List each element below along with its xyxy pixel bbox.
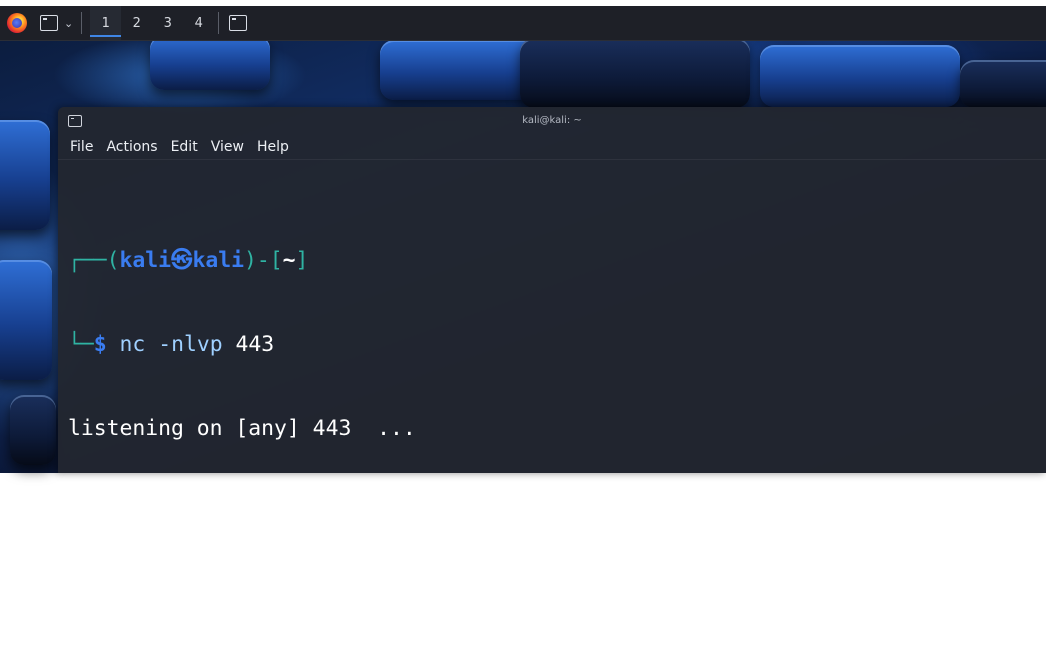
workspace-1[interactable]: 1 — [90, 6, 122, 40]
firefox-launcher[interactable] — [6, 12, 28, 34]
terminal-task-button[interactable] — [227, 12, 249, 34]
terminal-output[interactable]: ┌──(kali㉿kali)-[~] └─$ nc -nlvp 443 list… — [68, 191, 1046, 667]
prompt-frame: )-[ — [243, 248, 283, 273]
terminal-icon — [40, 15, 58, 31]
workspace-4[interactable]: 4 — [183, 6, 214, 40]
terminal-window: kali@kali: ~ File Actions Edit View Help… — [58, 107, 1046, 609]
wallpaper-keycap — [150, 35, 270, 90]
prompt-user: kali — [119, 248, 172, 273]
prompt-at: ㉿ — [171, 248, 193, 273]
prompt-frame: ┌──( — [68, 248, 120, 273]
menu-actions[interactable]: Actions — [104, 137, 159, 159]
wallpaper-keycap — [10, 395, 56, 465]
terminal-icon — [229, 15, 248, 31]
workspace-3[interactable]: 3 — [152, 6, 183, 40]
window-title: kali@kali: ~ — [522, 115, 582, 126]
chevron-down-icon[interactable]: ⌄ — [64, 17, 73, 30]
panel-separator — [218, 12, 220, 34]
wallpaper-keycap — [960, 60, 1046, 108]
panel-separator — [81, 12, 83, 34]
wallpaper-keycap — [0, 120, 50, 230]
output-line: listening on [any] 443 ... — [68, 416, 416, 441]
prompt-line-2: └─$ nc -nlvp 443 — [68, 331, 1046, 359]
wallpaper-keycap — [520, 38, 750, 108]
output-line: connect to [192.168.1.49] from (UNKNOWN)… — [68, 500, 854, 525]
terminal-launcher[interactable] — [38, 12, 60, 34]
workspace-2[interactable]: 2 — [121, 6, 152, 40]
shell-prompt: sh-5.2$ — [68, 584, 172, 609]
prompt-host: kali — [192, 248, 244, 273]
prompt-dollar: $ — [93, 332, 107, 357]
prompt-line-1: ┌──(kali㉿kali)-[~] — [68, 247, 1046, 275]
menu-bar: File Actions Edit View Help — [68, 137, 300, 159]
menu-file[interactable]: File — [68, 137, 95, 159]
prompt-frame: └─ — [68, 332, 94, 357]
command-port: 443 — [235, 332, 275, 357]
prompt-frame: ] — [295, 248, 309, 273]
menu-view[interactable]: View — [209, 137, 246, 159]
menu-help[interactable]: Help — [255, 137, 291, 159]
prompt-cwd: ~ — [282, 248, 296, 273]
wallpaper-keycap — [0, 260, 52, 380]
window-titlebar[interactable]: kali@kali: ~ — [58, 107, 1046, 135]
shell-prompt-line: sh-5.2$ — [68, 583, 1046, 611]
menu-edit[interactable]: Edit — [169, 137, 200, 159]
command-name: nc — [119, 332, 146, 357]
top-panel: ⌄ 1 2 3 4 — [0, 6, 1046, 41]
firefox-icon — [7, 13, 27, 33]
command-args: -nlvp — [158, 332, 223, 357]
text-cursor — [173, 583, 187, 607]
wallpaper-keycap — [760, 45, 960, 107]
menu-divider — [58, 159, 1046, 160]
